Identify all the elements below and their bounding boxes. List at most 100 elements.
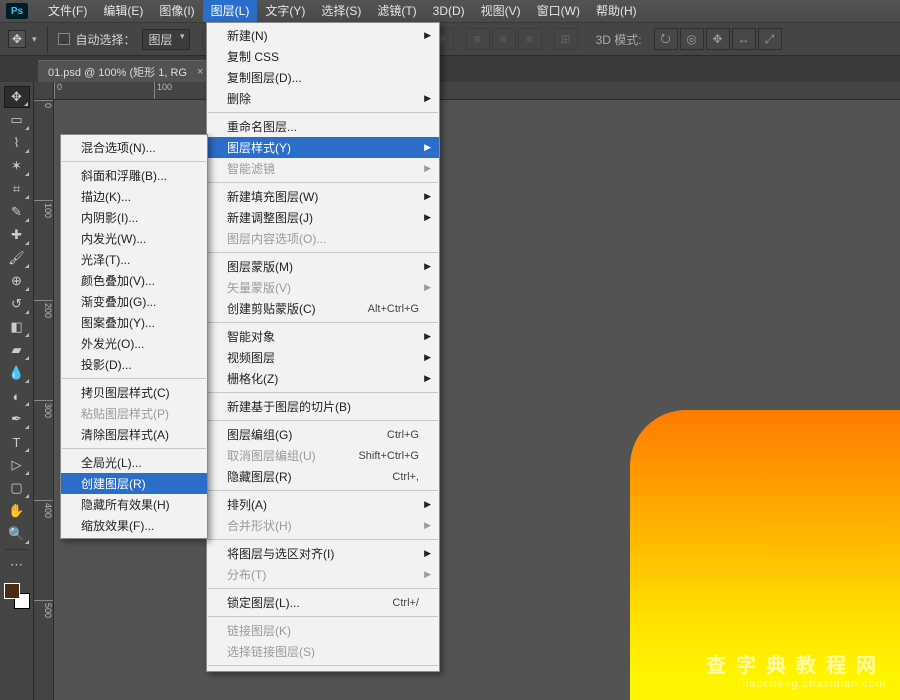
menu-item[interactable]: 智能滤镜 (207, 158, 439, 179)
scale-3d-icon[interactable]: ⤢ (758, 28, 782, 50)
menu-item[interactable]: 图层编组(G)Ctrl+G (207, 424, 439, 445)
menu-0[interactable]: 文件(F) (40, 0, 95, 22)
menu-item[interactable]: 删除 (207, 88, 439, 109)
menu-item[interactable]: 栅格化(Z) (207, 368, 439, 389)
menu-item[interactable]: 渐变叠加(G)... (61, 291, 207, 312)
color-swatches[interactable] (4, 583, 30, 609)
roll-3d-icon[interactable]: ◎ (680, 28, 704, 50)
menu-separator (208, 588, 438, 589)
menu-item[interactable]: 斜面和浮雕(B)... (61, 165, 207, 186)
edit-toolbar-icon[interactable]: ⋯ (4, 554, 30, 576)
menu-1[interactable]: 编辑(E) (95, 0, 151, 22)
menu-item[interactable]: 视频图层 (207, 347, 439, 368)
pan-3d-icon[interactable]: ✥ (706, 28, 730, 50)
menu-item[interactable]: 取消图层编组(U)Shift+Ctrl+G (207, 445, 439, 466)
menu-item[interactable]: 投影(D)... (61, 354, 207, 375)
shortcut-label: Shift+Ctrl+G (358, 450, 419, 462)
menu-5[interactable]: 选择(S) (313, 0, 369, 22)
foreground-color-swatch[interactable] (4, 583, 20, 599)
menu-item[interactable]: 混合选项(N)... (61, 137, 207, 158)
healing-brush-tool-icon[interactable]: ✚ (4, 224, 30, 246)
dist-middle-icon[interactable]: ≡ (492, 28, 516, 50)
eyedropper-tool-icon[interactable]: ✎ (4, 201, 30, 223)
menu-item[interactable]: 复制图层(D)... (207, 67, 439, 88)
pen-tool-icon[interactable]: ✒ (4, 408, 30, 430)
menu-item[interactable]: 创建剪贴蒙版(C)Alt+Ctrl+G (207, 298, 439, 319)
menu-item[interactable]: 新建调整图层(J) (207, 207, 439, 228)
menu-6[interactable]: 滤镜(T) (369, 0, 424, 22)
menu-item[interactable]: 选择链接图层(S) (207, 641, 439, 662)
menu-item[interactable]: 排列(A) (207, 494, 439, 515)
eraser-tool-icon[interactable]: ◧ (4, 316, 30, 338)
menu-3[interactable]: 图层(L) (203, 0, 258, 22)
brush-tool-icon[interactable]: 🖌 (4, 247, 30, 269)
layer-style-submenu: 混合选项(N)... 斜面和浮雕(B)...描边(K)...内阴影(I)...内发… (60, 134, 208, 539)
menu-4[interactable]: 文字(Y) (257, 0, 313, 22)
menu-item[interactable]: 清除图层样式(A) (61, 424, 207, 445)
menu-item[interactable]: 合并形状(H) (207, 515, 439, 536)
crop-tool-icon[interactable]: ⌗ (4, 178, 30, 200)
menu-item[interactable]: 内发光(W)... (61, 228, 207, 249)
document-tab-title: 01.psd @ 100% (矩形 1, RG (48, 64, 187, 80)
auto-select-dropdown[interactable]: 图层 (142, 29, 190, 50)
menu-separator (208, 539, 438, 540)
blur-tool-icon[interactable]: 💧 (4, 362, 30, 384)
menu-item[interactable]: 矢量蒙版(V) (207, 277, 439, 298)
menu-item[interactable]: 内阴影(I)... (61, 207, 207, 228)
menu-item[interactable]: 图层样式(Y) (207, 137, 439, 158)
document-tab[interactable]: 01.psd @ 100% (矩形 1, RG × (38, 60, 213, 82)
dodge-tool-icon[interactable]: ◐ (4, 385, 30, 407)
gradient-tool-icon[interactable]: ▰ (4, 339, 30, 361)
shape-tool-icon[interactable]: ▢ (4, 477, 30, 499)
menu-item[interactable]: 锁定图层(L)...Ctrl+/ (207, 592, 439, 613)
move-tool-icon[interactable]: ✥ (4, 86, 30, 108)
clone-stamp-tool-icon[interactable]: ⊕ (4, 270, 30, 292)
menu-item[interactable]: 复制 CSS (207, 46, 439, 67)
menu-item[interactable]: 外发光(O)... (61, 333, 207, 354)
menu-item[interactable]: 光泽(T)... (61, 249, 207, 270)
menu-item[interactable]: 新建填充图层(W) (207, 186, 439, 207)
lasso-tool-icon[interactable]: ⌇ (4, 132, 30, 154)
menu-item[interactable]: 描边(K)... (61, 186, 207, 207)
close-tab-icon[interactable]: × (197, 66, 203, 78)
tool-preset-chevron-icon[interactable]: ▾ (32, 34, 37, 45)
hand-tool-icon[interactable]: ✋ (4, 500, 30, 522)
menu-item[interactable]: 粘贴图层样式(P) (61, 403, 207, 424)
dist-top-icon[interactable]: ≡ (466, 28, 490, 50)
menu-item[interactable]: 颜色叠加(V)... (61, 270, 207, 291)
menu-item[interactable]: 图层内容选项(O)... (207, 228, 439, 249)
menu-9[interactable]: 窗口(W) (529, 0, 588, 22)
menu-item[interactable]: 将图层与选区对齐(I) (207, 543, 439, 564)
menu-item[interactable]: 图案叠加(Y)... (61, 312, 207, 333)
menu-7[interactable]: 3D(D) (425, 0, 473, 22)
orbit-3d-icon[interactable]: ⭮ (654, 28, 678, 50)
menu-item[interactable]: 隐藏所有效果(H) (61, 494, 207, 515)
menu-8[interactable]: 视图(V) (473, 0, 529, 22)
menu-item[interactable]: 新建基于图层的切片(B) (207, 396, 439, 417)
menu-10[interactable]: 帮助(H) (588, 0, 645, 22)
menu-item[interactable]: 创建图层(R) (61, 473, 207, 494)
auto-select-checkbox[interactable] (58, 33, 70, 45)
auto-align-icon[interactable]: ⊞ (554, 28, 578, 50)
dist-bottom-icon[interactable]: ≡ (518, 28, 542, 50)
menu-item[interactable]: 拷贝图层样式(C) (61, 382, 207, 403)
marquee-tool-icon[interactable]: ▭ (4, 109, 30, 131)
zoom-tool-icon[interactable]: 🔍 (4, 523, 30, 545)
menu-item[interactable]: 重命名图层... (207, 116, 439, 137)
history-brush-tool-icon[interactable]: ↺ (4, 293, 30, 315)
menu-2[interactable]: 图像(I) (151, 0, 202, 22)
menu-item[interactable]: 链接图层(K) (207, 620, 439, 641)
magic-wand-tool-icon[interactable]: ✶ (4, 155, 30, 177)
path-selection-tool-icon[interactable]: ▷ (4, 454, 30, 476)
tool-palette: ✥ ▭ ⌇ ✶ ⌗ ✎ ✚ 🖌 ⊕ ↺ ◧ ▰ 💧 ◐ ✒ T ▷ ▢ ✋ 🔍 … (0, 82, 34, 700)
menu-item[interactable]: 全局光(L)... (61, 452, 207, 473)
document-tab-bar: 01.psd @ 100% (矩形 1, RG × » (0, 56, 900, 82)
type-tool-icon[interactable]: T (4, 431, 30, 453)
slide-3d-icon[interactable]: ↔ (732, 28, 756, 50)
menu-item[interactable]: 缩放效果(F)... (61, 515, 207, 536)
menu-item[interactable]: 隐藏图层(R)Ctrl+, (207, 466, 439, 487)
menu-item[interactable]: 图层蒙版(M) (207, 256, 439, 277)
menu-item[interactable]: 新建(N) (207, 25, 439, 46)
menu-item[interactable]: 智能对象 (207, 326, 439, 347)
menu-item[interactable]: 分布(T) (207, 564, 439, 585)
